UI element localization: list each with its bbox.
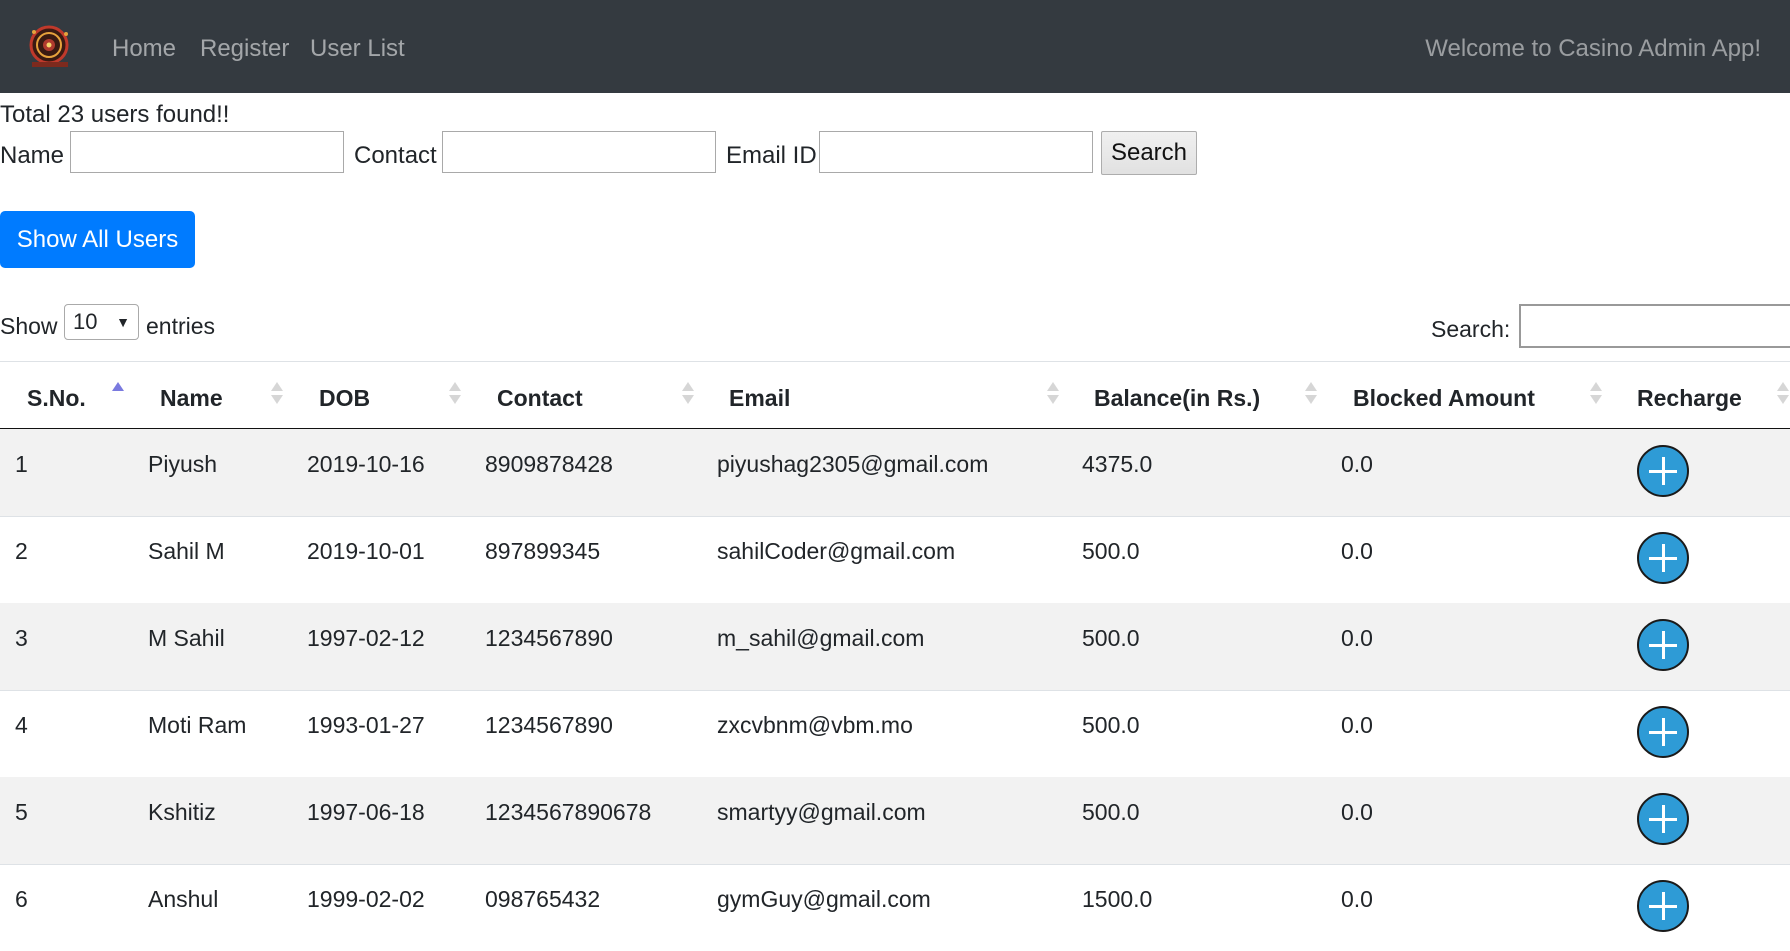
cell-sno: 4	[15, 712, 28, 738]
cell-name: Piyush	[148, 451, 218, 477]
sort-both-icon[interactable]	[682, 382, 694, 408]
entries-per-page-value: 10	[73, 309, 98, 334]
show-entries-label: Show	[0, 313, 58, 339]
cell-blocked-amount: 0.0	[1341, 712, 1373, 738]
recharge-plus-icon[interactable]	[1637, 445, 1689, 497]
cell-blocked-amount: 0.0	[1341, 625, 1373, 651]
entries-per-page-select[interactable]: 10 ▼	[64, 304, 139, 340]
column-header-contact[interactable]: Contact	[497, 384, 583, 412]
cell-sno: 3	[15, 625, 28, 651]
casino-logo-icon[interactable]	[24, 24, 78, 70]
cell-blocked-amount: 0.0	[1341, 451, 1373, 477]
cell-balance: 500.0	[1082, 799, 1140, 825]
table-row: 2 Sahil M 2019-10-01 897899345 sahilCode…	[0, 516, 1790, 604]
cell-contact: 098765432	[485, 886, 601, 912]
cell-sno: 6	[15, 886, 28, 912]
cell-blocked-amount: 0.0	[1341, 886, 1373, 912]
cell-balance: 4375.0	[1082, 451, 1153, 477]
cell-dob: 1993-01-27	[307, 712, 425, 738]
cell-sno: 5	[15, 799, 28, 825]
table-row: 3 M Sahil 1997-02-12 1234567890 m_sahil@…	[0, 603, 1790, 691]
cell-contact: 1234567890678	[485, 799, 652, 825]
cell-email: smartyy@gmail.com	[717, 799, 926, 825]
sort-both-icon[interactable]	[271, 382, 283, 408]
cell-name: Moti Ram	[148, 712, 247, 738]
table-header-row: S.No. Name DOB Contact Email Balance(in …	[0, 361, 1790, 430]
contact-filter-label: Contact	[354, 142, 437, 169]
cell-contact: 8909878428	[485, 451, 613, 477]
cell-dob: 1997-06-18	[307, 799, 425, 825]
cell-email: piyushag2305@gmail.com	[717, 451, 989, 477]
column-header-dob[interactable]: DOB	[319, 384, 370, 412]
column-header-sno[interactable]: S.No.	[27, 384, 86, 412]
cell-name: Kshitiz	[148, 799, 216, 825]
table-row: 4 Moti Ram 1993-01-27 1234567890 zxcvbnm…	[0, 690, 1790, 778]
column-header-balance[interactable]: Balance(in Rs.)	[1094, 384, 1260, 412]
column-header-blocked-amount[interactable]: Blocked Amount	[1353, 384, 1535, 412]
welcome-text: Welcome to Casino Admin App!	[1425, 35, 1761, 62]
cell-balance: 500.0	[1082, 538, 1140, 564]
recharge-plus-icon[interactable]	[1637, 706, 1689, 758]
search-button[interactable]: Search	[1101, 131, 1197, 175]
cell-dob: 1997-02-12	[307, 625, 425, 651]
contact-filter-input[interactable]	[442, 131, 716, 173]
recharge-plus-icon[interactable]	[1637, 619, 1689, 671]
email-filter-label: Email ID	[726, 142, 817, 169]
dropdown-arrow-icon: ▼	[116, 314, 130, 330]
nav-register-link[interactable]: Register	[200, 34, 289, 64]
cell-blocked-amount: 0.0	[1341, 799, 1373, 825]
column-header-recharge[interactable]: Recharge	[1637, 384, 1742, 412]
nav-home-link[interactable]: Home	[112, 34, 176, 64]
cell-dob: 2019-10-01	[307, 538, 425, 564]
sort-both-icon[interactable]	[1777, 382, 1789, 408]
cell-balance: 500.0	[1082, 625, 1140, 651]
show-all-users-button[interactable]: Show All Users	[0, 211, 195, 268]
column-header-name[interactable]: Name	[160, 384, 223, 412]
cell-email: sahilCoder@gmail.com	[717, 538, 956, 564]
cell-email: zxcvbnm@vbm.mo	[717, 712, 913, 738]
cell-contact: 897899345	[485, 538, 601, 564]
sort-both-icon[interactable]	[449, 382, 461, 408]
cell-dob: 2019-10-16	[307, 451, 425, 477]
table-row: 6 Anshul 1999-02-02 098765432 gymGuy@gma…	[0, 864, 1790, 951]
sort-asc-icon[interactable]	[112, 382, 124, 408]
cell-name: Anshul	[148, 886, 219, 912]
sort-both-icon[interactable]	[1590, 382, 1602, 408]
table-row: 5 Kshitiz 1997-06-18 1234567890678 smart…	[0, 777, 1790, 865]
recharge-plus-icon[interactable]	[1637, 532, 1689, 584]
name-filter-label: Name	[0, 142, 65, 169]
cell-sno: 1	[15, 451, 28, 477]
cell-contact: 1234567890	[485, 712, 613, 738]
table-row: 1 Piyush 2019-10-16 8909878428 piyushag2…	[0, 429, 1790, 517]
cell-blocked-amount: 0.0	[1341, 538, 1373, 564]
cell-dob: 1999-02-02	[307, 886, 425, 912]
navbar: Home Register User List Welcome to Casin…	[0, 0, 1790, 93]
column-header-email[interactable]: Email	[729, 384, 790, 412]
cell-balance: 1500.0	[1082, 886, 1153, 912]
cell-email: gymGuy@gmail.com	[717, 886, 931, 912]
cell-email: m_sahil@gmail.com	[717, 625, 925, 651]
total-users-text: Total 23 users found!!	[0, 101, 230, 128]
entries-label: entries	[146, 313, 216, 339]
cell-contact: 1234567890	[485, 625, 613, 651]
sort-both-icon[interactable]	[1305, 382, 1317, 408]
cell-balance: 500.0	[1082, 712, 1140, 738]
cell-sno: 2	[15, 538, 28, 564]
name-filter-input[interactable]	[70, 131, 344, 173]
recharge-plus-icon[interactable]	[1637, 793, 1689, 845]
sort-both-icon[interactable]	[1047, 382, 1059, 408]
email-filter-input[interactable]	[819, 131, 1093, 173]
nav-user-list-link[interactable]: User List	[310, 34, 405, 64]
cell-name: Sahil M	[148, 538, 225, 564]
recharge-plus-icon[interactable]	[1637, 880, 1689, 932]
table-search-label: Search:	[1431, 316, 1511, 342]
cell-name: M Sahil	[148, 625, 225, 651]
table-search-input[interactable]	[1519, 304, 1790, 348]
